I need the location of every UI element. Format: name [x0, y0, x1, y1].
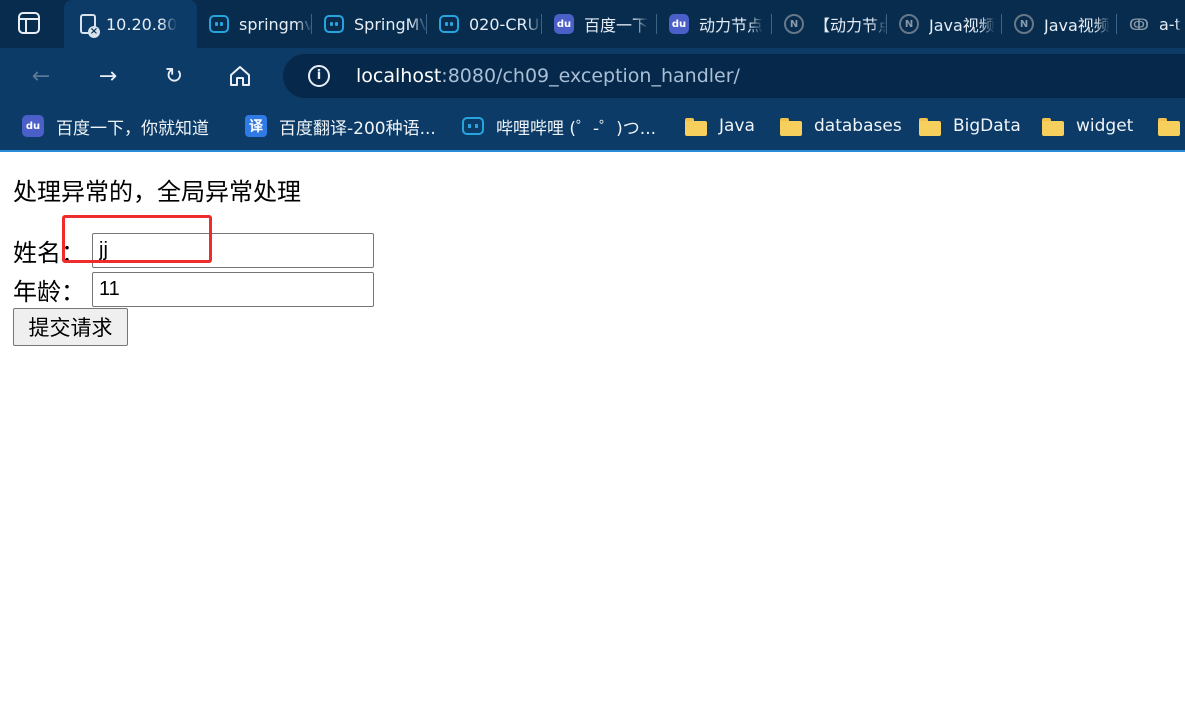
bookmark-baidu-fanyi[interactable]: 译 百度翻译-200种语...	[245, 114, 436, 139]
age-row: 年龄：	[13, 271, 374, 307]
tab-label: 020-CRUD	[469, 14, 542, 34]
reload-button[interactable]: ↻	[160, 62, 188, 90]
bookmark-label: Java	[719, 116, 755, 136]
tab-springmvc-2[interactable]: SpringMVC	[312, 0, 427, 48]
page-heading: 处理异常的，全局异常处理	[13, 178, 301, 206]
tab-label: Java视频	[1044, 16, 1110, 35]
reload-icon: ↻	[164, 63, 184, 89]
bookmark-folder-bigdata[interactable]: BigData	[919, 114, 1021, 138]
bookmark-folder-java[interactable]: Java	[685, 114, 755, 138]
tab-java-video-2[interactable]: N Java视频	[1002, 0, 1117, 48]
tab-label: 百度一下	[584, 16, 649, 35]
bookmark-label: databases	[814, 116, 902, 136]
folder-icon	[919, 115, 941, 137]
tab-a-t[interactable]: ↂ a-t	[1117, 0, 1185, 48]
bookmark-label: 哔哩哔哩 (゜-゜)つ...	[496, 118, 657, 139]
url-host: localhost	[356, 65, 442, 87]
bilibili-icon	[209, 15, 229, 33]
url-path: :8080/ch09_exception_handler/	[441, 65, 740, 87]
tab-baidu[interactable]: du 百度一下	[542, 0, 657, 48]
dongli-icon: N	[899, 14, 919, 34]
bookmark-label: 百度一下，你就知道	[56, 118, 209, 139]
misc-icon: ↂ	[1129, 14, 1149, 34]
site-info-icon[interactable]: i	[308, 65, 330, 87]
arrow-left-icon: ←	[31, 63, 51, 89]
bookmark-label: BigData	[953, 116, 1021, 136]
home-icon	[230, 66, 250, 86]
baidu-icon: du	[554, 14, 574, 34]
url-text[interactable]: localhost:8080/ch09_exception_handler/	[356, 65, 740, 87]
tab-label: 【动力节点	[814, 16, 887, 35]
tab-current[interactable]: × 10.20.80	[64, 0, 197, 48]
bilibili-icon	[439, 15, 459, 33]
tab-label: Java视频	[929, 16, 995, 35]
baidu-icon: du	[669, 14, 689, 34]
folder-icon	[685, 115, 707, 137]
bookmarks-bar: du 百度一下，你就知道 译 百度翻译-200种语... 哔哩哔哩 (゜-゜)つ…	[0, 104, 1185, 152]
forward-button[interactable]: →	[94, 62, 122, 90]
bookmark-folder-widget[interactable]: widget	[1042, 114, 1133, 138]
tab-label: springmvc	[239, 14, 312, 34]
red-highlight-box	[62, 215, 212, 263]
tab-label: 动力节点	[699, 16, 764, 35]
dongli-icon: N	[784, 14, 804, 34]
age-input[interactable]	[92, 271, 374, 307]
tab-list: × 10.20.80 springmvc SpringMVC 020-CRUD …	[64, 0, 1185, 48]
address-bar[interactable]: i localhost:8080/ch09_exception_handler/	[283, 54, 1185, 98]
page-error-icon: ×	[80, 14, 100, 38]
tab-java-video[interactable]: N Java视频	[887, 0, 1002, 48]
folder-icon	[1158, 115, 1180, 137]
tab-dongli-2[interactable]: N 【动力节点	[772, 0, 887, 48]
tab-label: 10.20.80	[106, 14, 178, 34]
tab-strip: × 10.20.80 springmvc SpringMVC 020-CRUD …	[0, 0, 1185, 48]
age-label: 年龄：	[13, 277, 85, 306]
bookmark-folder-databases[interactable]: databases	[780, 114, 902, 138]
translate-icon: 译	[245, 115, 267, 137]
bookmark-baidu[interactable]: du 百度一下，你就知道	[22, 114, 209, 139]
back-button[interactable]: ←	[27, 62, 55, 90]
arrow-right-icon: →	[98, 63, 118, 89]
tab-dongli[interactable]: du 动力节点	[657, 0, 772, 48]
bookmark-label: 百度翻译-200种语...	[279, 118, 436, 139]
bookmark-label: widget	[1076, 116, 1134, 136]
navigation-bar: ← → ↻ i localhost:8080/ch09_exception_ha…	[0, 48, 1185, 104]
tab-actions-icon[interactable]	[18, 12, 40, 34]
submit-request-button[interactable]: 提交请求	[13, 308, 128, 346]
folder-icon	[780, 115, 802, 137]
tab-springmvc[interactable]: springmvc	[197, 0, 312, 48]
bookmark-bilibili[interactable]: 哔哩哔哩 (゜-゜)つ...	[462, 114, 657, 139]
bookmark-folder-more[interactable]	[1158, 114, 1185, 138]
baidu-icon: du	[22, 115, 44, 137]
bilibili-icon	[462, 117, 484, 135]
tab-020-crud[interactable]: 020-CRUD	[427, 0, 542, 48]
tab-label: SpringMVC	[354, 14, 427, 34]
bilibili-icon	[324, 15, 344, 33]
dongli-icon: N	[1014, 14, 1034, 34]
home-button[interactable]	[226, 62, 254, 90]
page-content: 处理异常的，全局异常处理 姓名： 年龄： 提交请求	[0, 152, 1185, 728]
tab-label: a-t	[1159, 14, 1181, 34]
folder-icon	[1042, 115, 1064, 137]
